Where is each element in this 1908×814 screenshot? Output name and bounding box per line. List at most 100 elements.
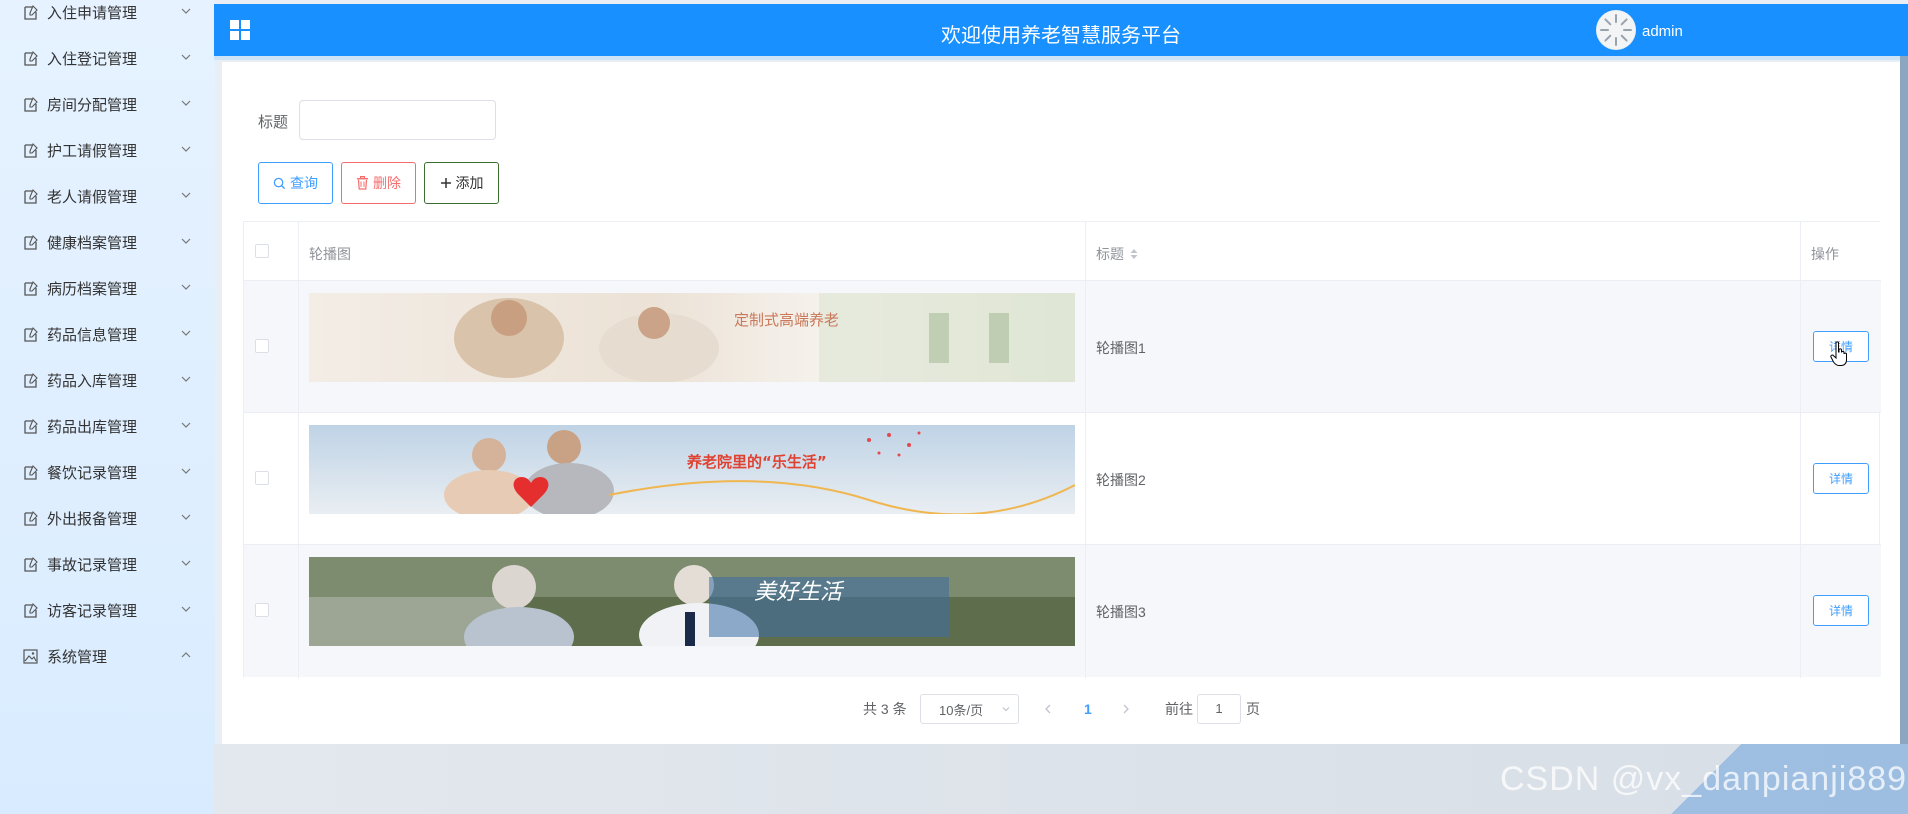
banner-text: 定制式高端养老 <box>734 311 839 329</box>
sidebar-item[interactable]: 护工请假管理 <box>0 130 215 170</box>
chevron-down-icon <box>181 606 191 612</box>
search-button[interactable]: 查询 <box>258 162 333 204</box>
sidebar-item[interactable]: 系统管理 <box>0 636 215 676</box>
chevron-down-icon <box>181 330 191 336</box>
sidebar-item[interactable]: 餐饮记录管理 <box>0 452 215 492</box>
banner-image: 定制式高端养老 <box>309 293 1075 382</box>
sidebar-item[interactable]: 健康档案管理 <box>0 222 215 262</box>
pagination-total: 共 3 条 <box>863 701 907 717</box>
sidebar-item[interactable]: 入住申请管理 <box>0 0 215 32</box>
sidebar-item[interactable]: 药品入库管理 <box>0 360 215 400</box>
column-divider <box>1085 222 1086 678</box>
chevron-down-icon <box>181 100 191 106</box>
sidebar-item[interactable]: 访客记录管理 <box>0 590 215 630</box>
add-button-label: 添加 <box>455 175 484 191</box>
column-divider <box>1800 222 1801 678</box>
table-row: 养老院里的“乐生活” 轮播图2 详情 <box>244 413 1881 545</box>
top-header: 欢迎使用养老智慧服务平台 admin <box>214 4 1908 56</box>
document-icon <box>24 235 38 250</box>
sidebar-item[interactable]: 事故记录管理 <box>0 544 215 584</box>
sidebar-item-label: 护工请假管理 <box>47 142 138 160</box>
detail-button[interactable]: 详情 <box>1813 595 1869 626</box>
column-header-title[interactable]: 标题 <box>1096 244 1138 264</box>
document-icon <box>24 557 38 572</box>
row-title: 轮播图2 <box>1096 472 1146 488</box>
sidebar-item[interactable]: 入住登记管理 <box>0 38 215 78</box>
select-all-checkbox[interactable] <box>255 244 269 258</box>
sidebar-item-label: 外出报备管理 <box>47 510 138 528</box>
sort-icon[interactable] <box>1130 248 1138 260</box>
delete-button[interactable]: 删除 <box>341 162 416 204</box>
sidebar-item[interactable]: 房间分配管理 <box>0 84 215 124</box>
trash-icon <box>357 176 368 190</box>
hand-cursor-icon <box>1830 341 1847 366</box>
search-title-input[interactable] <box>299 100 496 140</box>
row-title: 轮播图3 <box>1096 604 1146 620</box>
sidebar-item-label: 事故记录管理 <box>47 556 138 574</box>
goto-prefix: 前往 <box>1165 701 1193 717</box>
plus-icon <box>440 178 451 188</box>
banner-image: 美好生活 <box>309 557 1075 646</box>
sidebar-item-label: 病历档案管理 <box>47 280 138 298</box>
chevron-down-icon <box>181 284 191 290</box>
column-header-title-label: 标题 <box>1096 246 1124 262</box>
avatar[interactable] <box>1596 10 1636 50</box>
row-checkbox[interactable] <box>255 339 269 353</box>
row-title: 轮播图1 <box>1096 340 1146 356</box>
row-checkbox[interactable] <box>255 471 269 485</box>
sidebar: 入住申请管理 入住登记管理 房间分配管理 护工请假管理 老人请假管理健康档案管理病历档案… <box>0 0 215 814</box>
document-icon <box>24 281 38 296</box>
banner-image: 养老院里的“乐生活” <box>309 425 1075 514</box>
sidebar-item-label: 房间分配管理 <box>47 96 138 114</box>
banner-text: 养老院里的“乐生活” <box>686 453 827 471</box>
goto-page-input[interactable]: 1 <box>1197 694 1241 724</box>
banner-text: 美好生活 <box>754 580 845 605</box>
chevron-down-icon <box>181 192 191 198</box>
column-divider <box>298 222 299 678</box>
column-header-image: 轮播图 <box>309 246 351 262</box>
chevron-down-icon <box>181 238 191 244</box>
header-shadow <box>214 56 1908 60</box>
document-icon <box>24 419 38 434</box>
chevron-down-icon <box>181 468 191 474</box>
sidebar-item[interactable]: 药品出库管理 <box>0 406 215 446</box>
sidebar-item-label: 餐饮记录管理 <box>47 464 138 482</box>
page-size-select[interactable]: 10条/页 <box>920 694 1019 724</box>
chevron-down-icon <box>181 54 191 60</box>
next-page-icon[interactable] <box>1122 704 1130 714</box>
sidebar-item-label: 入住登记管理 <box>47 50 138 68</box>
document-icon <box>24 5 38 20</box>
prev-page-icon[interactable] <box>1044 704 1052 714</box>
document-icon <box>24 97 38 112</box>
banner-table: 轮播图 标题 操作 定制式高端养老 轮播图1 详情 养老院里的“乐生活” 轮播图… <box>243 221 1881 678</box>
chevron-down-icon <box>181 8 191 14</box>
sidebar-item-label: 老人请假管理 <box>47 188 138 206</box>
username[interactable]: admin <box>1642 23 1683 40</box>
document-icon <box>24 51 38 66</box>
row-checkbox[interactable] <box>255 603 269 617</box>
document-icon <box>24 465 38 480</box>
sidebar-item[interactable]: 老人请假管理 <box>0 176 215 216</box>
page-number-current[interactable]: 1 <box>1084 694 1092 724</box>
sidebar-item-label: 药品入库管理 <box>47 372 138 390</box>
goto-suffix: 页 <box>1246 701 1260 717</box>
chevron-down-icon <box>181 376 191 382</box>
chevron-down-icon <box>181 146 191 152</box>
chevron-down-icon <box>1002 707 1010 712</box>
scrollbar[interactable] <box>1900 56 1908 814</box>
detail-button[interactable]: 详情 <box>1813 463 1869 494</box>
document-icon <box>24 327 38 342</box>
add-button[interactable]: 添加 <box>424 162 499 204</box>
sidebar-item[interactable]: 外出报备管理 <box>0 498 215 538</box>
table-header: 轮播图 标题 操作 <box>244 222 1881 281</box>
chevron-down-icon <box>181 514 191 520</box>
sidebar-item[interactable]: 病历档案管理 <box>0 268 215 308</box>
chevron-down-icon <box>181 422 191 428</box>
sidebar-item[interactable]: 药品信息管理 <box>0 314 215 354</box>
search-button-label: 查询 <box>290 175 318 191</box>
sidebar-item-label: 入住申请管理 <box>47 4 138 22</box>
search-icon <box>273 177 286 189</box>
column-header-actions: 操作 <box>1811 246 1839 262</box>
sidebar-item-label: 系统管理 <box>47 648 108 666</box>
document-icon <box>24 373 38 388</box>
